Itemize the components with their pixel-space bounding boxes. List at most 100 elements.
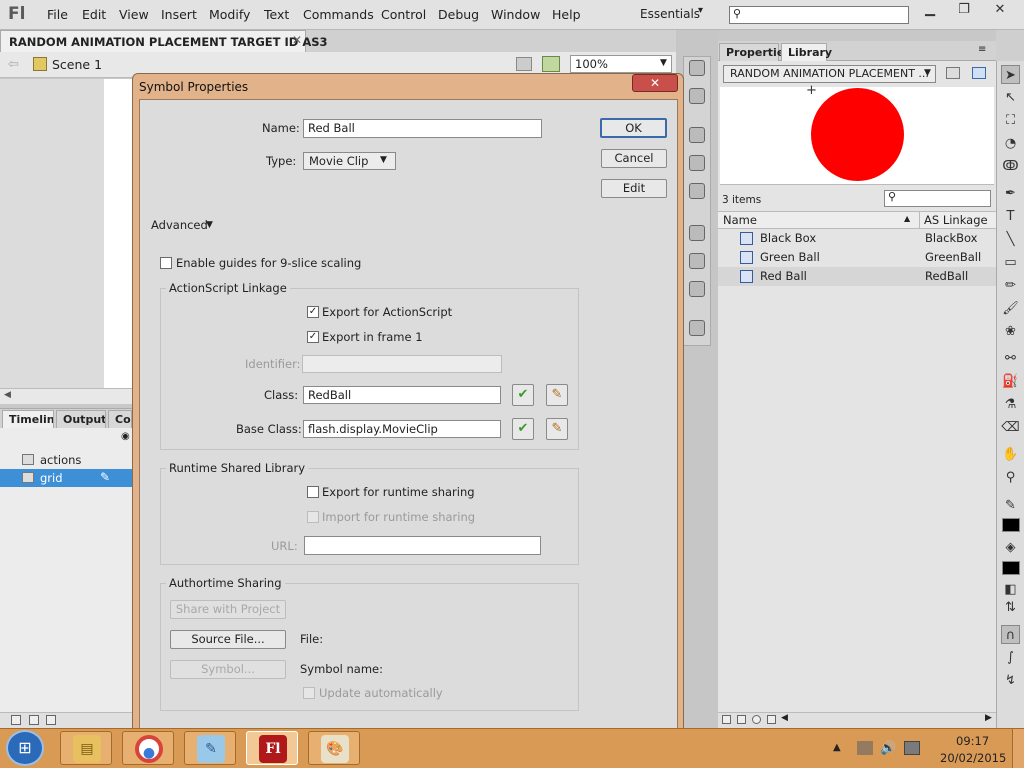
- library-item-selected[interactable]: Red Ball RedBall: [718, 267, 996, 286]
- class-input[interactable]: RedBall: [303, 386, 501, 404]
- new-symbol-icon[interactable]: [722, 715, 731, 724]
- edit-base-class-icon[interactable]: ✎: [546, 418, 568, 440]
- components-icon[interactable]: [689, 253, 705, 269]
- stroke-color-swatch[interactable]: [1002, 518, 1020, 532]
- paint-bucket-tool-icon[interactable]: ⛽: [1001, 372, 1020, 391]
- menu-window[interactable]: Window: [491, 7, 540, 22]
- deco-tool-icon[interactable]: ❀: [1001, 322, 1020, 341]
- chevron-down-icon[interactable]: ▼: [206, 220, 213, 230]
- hand-tool-icon[interactable]: ✋: [1001, 445, 1020, 464]
- chrome-taskbar-button[interactable]: ●: [122, 731, 174, 765]
- fill-color-swatch[interactable]: [1002, 561, 1020, 575]
- nine-slice-checkbox[interactable]: [160, 257, 172, 269]
- swap-colors-icon[interactable]: ⇅: [1001, 598, 1020, 617]
- project-icon[interactable]: [689, 320, 705, 336]
- layer-row-selected[interactable]: grid: [0, 469, 132, 487]
- edit-scene-icon[interactable]: [516, 57, 532, 71]
- bone-tool-icon[interactable]: ⚯: [1001, 349, 1020, 368]
- chevron-down-icon[interactable]: ▾: [698, 5, 703, 16]
- clock-time[interactable]: 09:17: [956, 734, 989, 748]
- pencil-tool-icon[interactable]: ✏: [1001, 276, 1020, 295]
- close-tab-icon[interactable]: ✕: [292, 33, 302, 47]
- new-folder-icon[interactable]: [737, 715, 746, 724]
- menu-modify[interactable]: Modify: [209, 7, 250, 22]
- menu-commands[interactable]: Commands: [303, 7, 374, 22]
- eyedropper-tool-icon[interactable]: ⚗: [1001, 395, 1020, 414]
- delete-icon[interactable]: [767, 715, 776, 724]
- flash-taskbar-button[interactable]: Fl: [246, 731, 298, 765]
- scroll-right-icon[interactable]: ▶: [985, 713, 992, 723]
- base-class-input[interactable]: flash.display.MovieClip: [303, 420, 501, 438]
- 3d-rotation-tool-icon[interactable]: ◔: [1001, 134, 1020, 153]
- back-arrow-icon[interactable]: ⇦: [8, 57, 19, 72]
- new-folder-icon[interactable]: [29, 715, 39, 725]
- export-actionscript-checkbox[interactable]: ✓: [307, 306, 319, 318]
- advanced-toggle[interactable]: Advanced: [151, 218, 208, 232]
- layer-row[interactable]: actions: [0, 451, 132, 469]
- restore-icon[interactable]: ❐: [947, 0, 981, 20]
- edit-class-icon[interactable]: ✎: [546, 384, 568, 406]
- tab-compiler-errors[interactable]: Compiler Errors: [108, 410, 132, 428]
- sort-ascending-icon[interactable]: ▲: [904, 214, 910, 223]
- chevron-down-icon[interactable]: ▼: [380, 155, 387, 165]
- source-file-button[interactable]: Source File...: [170, 630, 286, 649]
- library-item[interactable]: Black Box BlackBox: [718, 229, 996, 248]
- eye-icon[interactable]: ◉: [121, 431, 130, 442]
- scroll-left-icon[interactable]: ◀: [4, 390, 11, 400]
- new-library-panel-icon[interactable]: [946, 67, 960, 79]
- chevron-down-icon[interactable]: ▼: [924, 68, 931, 78]
- pin-library-icon[interactable]: [972, 67, 986, 79]
- notes-taskbar-button[interactable]: ✎: [184, 731, 236, 765]
- text-tool-icon[interactable]: T: [1001, 207, 1020, 226]
- validate-class-icon[interactable]: ✔: [512, 384, 534, 406]
- pen-tool-icon[interactable]: ✒: [1001, 184, 1020, 203]
- lasso-tool-icon[interactable]: ↂ: [1001, 157, 1020, 176]
- straighten-icon[interactable]: ↯: [1001, 671, 1020, 690]
- library-search-input[interactable]: [884, 190, 991, 207]
- paint-taskbar-button[interactable]: 🎨: [308, 731, 360, 765]
- ok-button[interactable]: OK: [600, 118, 667, 138]
- symbol-name-input[interactable]: Red Ball: [303, 119, 542, 138]
- close-icon[interactable]: ✕: [983, 0, 1017, 20]
- edit-button[interactable]: Edit: [601, 179, 667, 198]
- selection-tool-icon[interactable]: ➤: [1001, 65, 1020, 84]
- validate-base-class-icon[interactable]: ✔: [512, 418, 534, 440]
- menu-control[interactable]: Control: [381, 7, 426, 22]
- zoom-select[interactable]: 100%: [570, 55, 672, 73]
- windows-start-icon[interactable]: ⊞: [6, 730, 44, 766]
- explorer-taskbar-button[interactable]: ▤: [60, 731, 112, 765]
- document-tab[interactable]: RANDOM ANIMATION PLACEMENT TARGET ID AS3: [0, 30, 328, 52]
- subselection-tool-icon[interactable]: ↖: [1001, 88, 1020, 107]
- smooth-icon[interactable]: ∫: [1001, 648, 1020, 667]
- swatches-icon[interactable]: [689, 88, 705, 104]
- clock-date[interactable]: 20/02/2015: [940, 751, 1006, 765]
- tab-properties[interactable]: Properties: [719, 43, 791, 61]
- delete-layer-icon[interactable]: [46, 715, 56, 725]
- speaker-icon[interactable]: 🔊: [880, 741, 896, 756]
- code-snippets-icon[interactable]: [689, 225, 705, 241]
- minimize-icon[interactable]: ▁: [913, 0, 947, 20]
- color-icon[interactable]: [689, 60, 705, 76]
- menu-view[interactable]: View: [119, 7, 149, 22]
- show-desktop-button[interactable]: [1012, 729, 1024, 768]
- column-divider[interactable]: [919, 212, 920, 229]
- tab-output[interactable]: Output: [56, 410, 106, 428]
- transform-icon[interactable]: [689, 183, 705, 199]
- edit-symbols-icon[interactable]: [542, 56, 560, 72]
- default-colors-icon[interactable]: ◧: [1001, 580, 1020, 599]
- stroke-color-icon[interactable]: ✎: [1001, 496, 1020, 515]
- library-document-select[interactable]: RANDOM ANIMATION PLACEMENT ...: [723, 65, 936, 83]
- menu-file[interactable]: File: [47, 7, 68, 22]
- menu-insert[interactable]: Insert: [161, 7, 197, 22]
- brush-tool-icon[interactable]: 🖌: [1001, 299, 1020, 318]
- chevron-down-icon[interactable]: ▼: [660, 58, 667, 68]
- fill-color-icon[interactable]: ◈: [1001, 538, 1020, 557]
- align-icon[interactable]: [689, 127, 705, 143]
- url-input[interactable]: [304, 536, 541, 555]
- column-name[interactable]: Name: [723, 213, 757, 227]
- properties-icon[interactable]: [752, 715, 761, 724]
- rectangle-tool-icon[interactable]: ▭: [1001, 253, 1020, 272]
- show-hidden-icons[interactable]: ▲: [833, 742, 841, 753]
- motion-presets-icon[interactable]: [689, 281, 705, 297]
- info-icon[interactable]: [689, 155, 705, 171]
